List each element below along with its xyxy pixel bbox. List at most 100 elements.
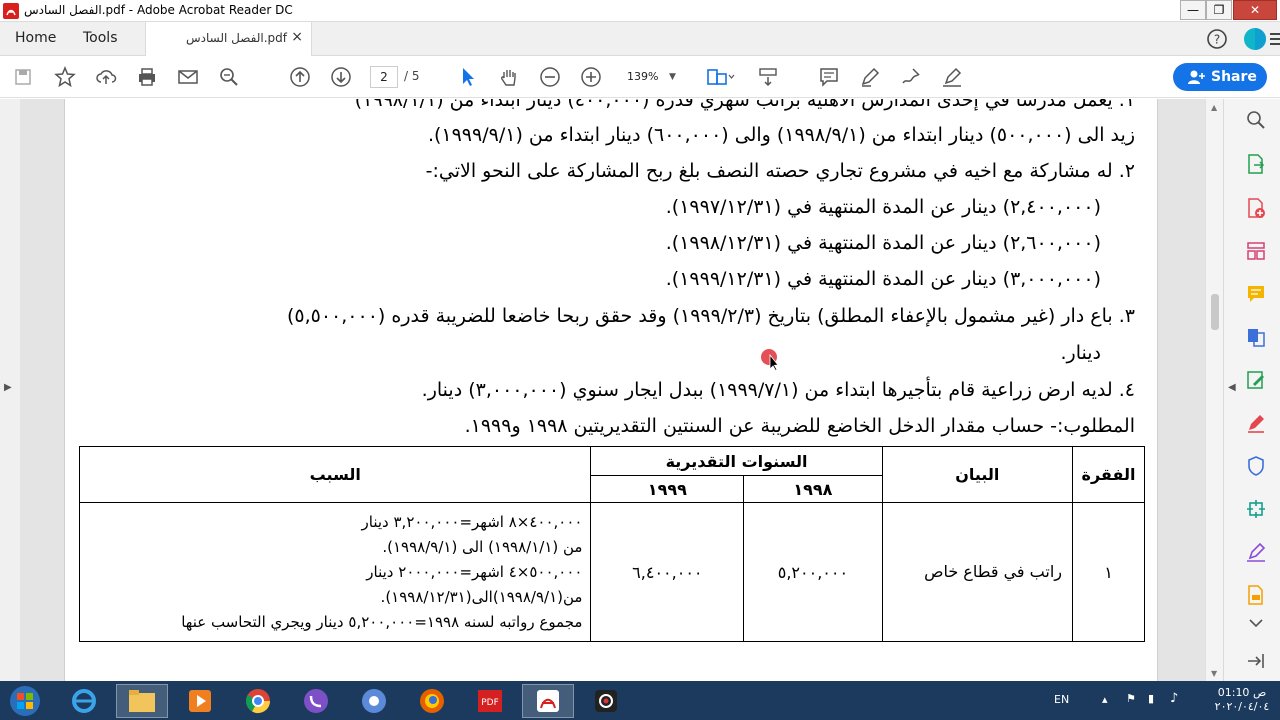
- comment-tool-icon[interactable]: [1244, 282, 1268, 306]
- highlight-pen-icon[interactable]: [858, 65, 882, 89]
- chrome-icon[interactable]: [232, 684, 284, 718]
- menu-icon[interactable]: [1270, 27, 1280, 51]
- previous-page-icon[interactable]: [288, 65, 312, 89]
- email-icon[interactable]: [176, 65, 200, 89]
- draw-freeform-icon[interactable]: [899, 65, 923, 89]
- tab-home[interactable]: Home: [15, 30, 56, 46]
- page-display-icon[interactable]: [705, 65, 735, 89]
- pdf-page: ١. يعمل مدرساً في إحدى المدارس الأهلية ب…: [64, 99, 1158, 681]
- collapse-right-panel-icon[interactable]: ◀: [1228, 382, 1236, 393]
- svg-text:PDF: PDF: [481, 698, 499, 708]
- screen-recorder-icon[interactable]: [580, 684, 632, 718]
- firefox-icon[interactable]: [406, 684, 458, 718]
- start-button[interactable]: [0, 684, 50, 718]
- right-tools-panel: ◀: [1223, 99, 1280, 681]
- signature-pen-icon[interactable]: [1244, 540, 1268, 564]
- next-page-icon[interactable]: [329, 65, 353, 89]
- left-panel-gutter: ▶: [0, 99, 20, 681]
- tab-tools[interactable]: Tools: [83, 30, 118, 46]
- windows-taskbar: PDF EN ▴ ⚑ ▮ ♪ 01:10 ص ٢٠٢٠/٠٤/٠٤: [0, 681, 1280, 720]
- print-icon[interactable]: [135, 65, 159, 89]
- select-cursor-icon[interactable]: [456, 65, 480, 89]
- account-icon[interactable]: [1243, 27, 1267, 51]
- language-indicator[interactable]: EN: [1054, 693, 1069, 706]
- row1-reason: ٤٠٠,٠٠٠×٨ اشهر=٣,٢٠٠,٠٠٠ دينار من (١٩٩٨/…: [78, 502, 592, 642]
- search-zoom-icon[interactable]: [1244, 108, 1268, 132]
- minimize-button[interactable]: —: [1180, 0, 1206, 20]
- doc-line-2: زيد الى (٥٠٠,٠٠٠) دينار ابتداء من (١٩٩٨/…: [427, 124, 1135, 146]
- protect-shield-icon[interactable]: [1244, 454, 1268, 478]
- window-title: الفصل السادس.pdf - Adobe Acrobat Reader …: [24, 3, 293, 17]
- page-total-label: / 5: [404, 69, 420, 83]
- zoom-out-icon[interactable]: [538, 65, 562, 89]
- close-window-button[interactable]: ✕: [1233, 0, 1277, 20]
- fill-sign-icon[interactable]: [1244, 411, 1268, 435]
- scroll-down-arrow-icon[interactable]: ▼: [1211, 669, 1217, 678]
- reason-line-3: ٥٠٠,٠٠٠×٤ اشهر=٢٠٠٠,٠٠٠ دينار: [366, 562, 583, 581]
- organize-pages-icon[interactable]: [1244, 239, 1268, 263]
- income-table: السبب السنوات التقديرية البيان الفقرة ١٩…: [78, 445, 1145, 642]
- edit-pdf-icon[interactable]: [1244, 368, 1268, 392]
- expand-left-panel-icon[interactable]: ▶: [4, 382, 12, 393]
- zoom-level-value: 139%: [627, 70, 659, 83]
- viber-icon[interactable]: [290, 684, 342, 718]
- scrollbar-thumb[interactable]: [1211, 294, 1219, 330]
- document-viewport[interactable]: ١. يعمل مدرساً في إحدى المدارس الأهلية ب…: [20, 99, 1205, 681]
- reason-line-5: مجموع رواتبه لسنه ١٩٩٨=٥,٢٠٠,٠٠٠ دينار و…: [181, 612, 583, 631]
- doc-line-9: ٤. لديه ارض زراعية قام بتأجيرها ابتداء م…: [421, 379, 1135, 401]
- share-label: Share: [1211, 69, 1257, 85]
- header-year-1999: ١٩٩٩: [590, 475, 745, 504]
- find-zoom-icon[interactable]: [217, 65, 241, 89]
- internet-explorer-icon[interactable]: [58, 684, 110, 718]
- create-pdf-icon[interactable]: [1244, 196, 1268, 220]
- more-tools-chevron-icon[interactable]: [1244, 613, 1268, 633]
- zoom-level-dropdown[interactable]: 139% ▼: [617, 66, 685, 88]
- main-toolbar: 2 / 5 139% ▼ Share: [0, 56, 1280, 98]
- prepare-form-icon[interactable]: [1244, 583, 1268, 607]
- sign-icon[interactable]: [940, 65, 964, 89]
- doc-line-7: ٣. باع دار (غير مشمول بالإعفاء المطلق) ب…: [286, 305, 1135, 327]
- network-icon[interactable]: ▮: [1148, 692, 1154, 705]
- action-center-flag-icon[interactable]: ⚑: [1126, 692, 1136, 705]
- upload-cloud-icon[interactable]: [94, 65, 118, 89]
- tray-expand-icon[interactable]: ▴: [1102, 693, 1108, 706]
- restore-button[interactable]: ❐: [1206, 0, 1232, 20]
- zoom-in-icon[interactable]: [579, 65, 603, 89]
- mouse-cursor-icon: [761, 349, 779, 371]
- scroll-mode-icon[interactable]: [756, 65, 780, 89]
- doc-line-3: ٢. له مشاركة مع اخيه في مشروع تجاري حصته…: [425, 160, 1135, 182]
- doc-line-4: (٢,٤٠٠,٠٠٠) دينار عن المدة المنتهية في (…: [665, 196, 1101, 218]
- volume-icon[interactable]: ♪: [1170, 691, 1178, 706]
- file-explorer-icon[interactable]: [116, 684, 168, 718]
- clock[interactable]: 01:10 ص ٢٠٢٠/٠٤/٠٤: [1210, 686, 1274, 714]
- media-player-icon[interactable]: [174, 684, 226, 718]
- help-icon[interactable]: ?: [1205, 27, 1229, 51]
- acrobat-reader-taskbar-icon[interactable]: [522, 684, 574, 718]
- scroll-up-arrow-icon[interactable]: ▲: [1211, 103, 1217, 112]
- page-number-input[interactable]: 2: [370, 66, 398, 88]
- doc-line-1: ١. يعمل مدرساً في إحدى المدارس الأهلية ب…: [354, 99, 1135, 111]
- tab-bar: Home Tools الفصل السادس.pdf × ?: [0, 22, 1280, 56]
- svg-text:?: ?: [1214, 33, 1220, 47]
- pdf-editor-icon[interactable]: PDF: [464, 684, 516, 718]
- save-icon[interactable]: [11, 65, 35, 89]
- doc-line-6: (٣,٠٠٠,٠٠٠) دينار عن المدة المنتهية في (…: [665, 268, 1101, 290]
- vertical-scrollbar[interactable]: ▲ ▼: [1205, 99, 1223, 681]
- send-for-review-icon[interactable]: [1244, 497, 1268, 521]
- close-tab-icon[interactable]: ×: [291, 29, 303, 45]
- row1-statement: راتب في قطاع خاص: [881, 502, 1074, 642]
- bookmark-star-icon[interactable]: [53, 65, 77, 89]
- clock-date: ٢٠٢٠/٠٤/٠٤: [1214, 700, 1270, 713]
- comment-icon[interactable]: [817, 65, 841, 89]
- header-paragraph: الفقرة: [1072, 445, 1145, 504]
- clock-time: 01:10 ص: [1217, 686, 1267, 699]
- tab-document[interactable]: الفصل السادس.pdf ×: [145, 22, 312, 56]
- system-tray: EN ▴ ⚑ ▮ ♪ 01:10 ص ٢٠٢٠/٠٤/٠٤: [1040, 681, 1280, 720]
- share-button[interactable]: Share: [1173, 63, 1267, 91]
- hand-tool-icon[interactable]: [497, 65, 521, 89]
- reason-line-4: من(١٩٩٨/٩/١)الى(١٩٩٨/١٢/٣١).: [380, 587, 583, 606]
- combine-files-icon[interactable]: [1244, 325, 1268, 349]
- chrome-profile-icon[interactable]: [348, 684, 400, 718]
- collapse-panel-icon[interactable]: [1244, 649, 1268, 673]
- export-pdf-icon[interactable]: [1244, 152, 1268, 176]
